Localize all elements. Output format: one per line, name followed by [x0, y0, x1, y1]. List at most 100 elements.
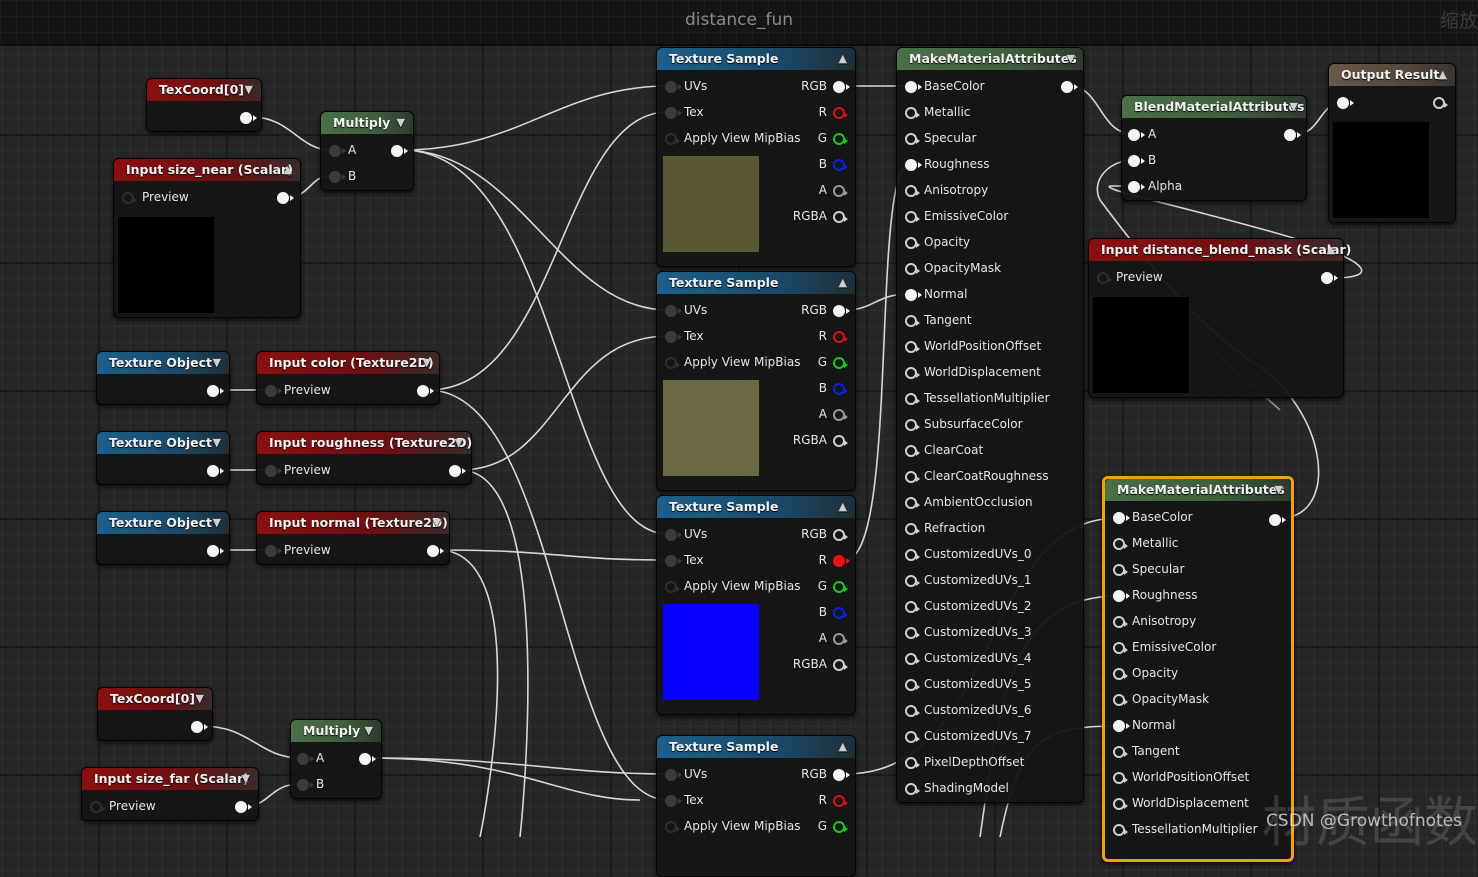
node-blend-material-attributes[interactable]: BlendMaterialAttributes ▼ A B Alpha — [1121, 95, 1307, 201]
input-pin-basecolor[interactable] — [1113, 512, 1130, 524]
input-pin[interactable] — [265, 385, 282, 397]
collapse-arrow-icon[interactable]: ▲ — [1439, 64, 1447, 86]
input-pin-a[interactable] — [329, 145, 346, 157]
input-pin[interactable] — [665, 769, 682, 781]
collapse-arrow-icon[interactable]: ▲ — [839, 496, 847, 518]
input-pin-alpha[interactable] — [1128, 181, 1145, 193]
dropdown-arrow-icon[interactable]: ▼ — [245, 79, 253, 101]
node-multiply-far[interactable]: Multiply ▼ A B — [290, 719, 382, 799]
output-pin[interactable] — [207, 465, 224, 477]
input-pin-metallic[interactable] — [1113, 538, 1128, 550]
input-pin[interactable] — [665, 133, 680, 145]
node-input-size-near[interactable]: Input size_near (Scalar) ▲ Preview — [113, 158, 301, 318]
dropdown-arrow-icon[interactable]: ▼ — [196, 688, 204, 710]
input-pin-worlddisplacement[interactable] — [1113, 798, 1128, 810]
input-pin-opacitymask[interactable] — [905, 263, 920, 275]
input-pin-shadingmodel[interactable] — [905, 783, 920, 795]
output-pin[interactable] — [1284, 129, 1301, 141]
node-header[interactable]: Texture Sample ▲ — [657, 736, 855, 758]
input-pin-customizeduvs_3[interactable] — [905, 627, 920, 639]
input-pin[interactable] — [665, 331, 682, 343]
output-pin[interactable] — [833, 769, 850, 781]
input-pin-basecolor[interactable] — [905, 81, 922, 93]
output-pin[interactable] — [191, 721, 208, 733]
output-pin[interactable] — [207, 385, 224, 397]
output-pin[interactable] — [833, 581, 848, 593]
input-pin[interactable] — [665, 529, 682, 541]
output-pin[interactable] — [833, 211, 848, 223]
input-pin-refraction[interactable] — [905, 523, 920, 535]
input-pin-worldpositionoffset[interactable] — [1113, 772, 1128, 784]
output-pin[interactable] — [833, 383, 848, 395]
collapse-arrow-icon[interactable]: ▲ — [284, 159, 292, 181]
input-pin-customizeduvs_1[interactable] — [905, 575, 920, 587]
node-output-result[interactable]: Output Result ▲ — [1328, 63, 1456, 223]
node-header[interactable]: MakeMaterialAttributes ▼ — [897, 48, 1083, 70]
output-pin[interactable] — [833, 409, 848, 421]
node-header[interactable]: Input normal (Texture2D) ▼ — [257, 512, 449, 534]
node-header[interactable]: Texture Sample ▲ — [657, 48, 855, 70]
output-pin[interactable] — [833, 435, 848, 447]
input-pin-customizeduvs_0[interactable] — [905, 549, 920, 561]
output-pin[interactable] — [833, 81, 850, 93]
output-pin[interactable] — [833, 659, 848, 671]
output-pin[interactable] — [207, 545, 224, 557]
node-multiply-near[interactable]: Multiply ▼ A B — [320, 111, 414, 191]
input-pin-customizeduvs_5[interactable] — [905, 679, 920, 691]
node-texture-sample[interactable]: Texture Sample ▲ UVs Tex Apply View MipBias R… — [656, 47, 856, 267]
node-texture-object-2[interactable]: Texture Object ▼ — [96, 431, 230, 485]
output-pin[interactable] — [359, 753, 376, 765]
input-pin-b[interactable] — [329, 171, 346, 183]
output-pin[interactable] — [1321, 272, 1338, 284]
node-input-distance-blend-mask[interactable]: Input distance_blend_mask (Scalar) ▲ Prev… — [1088, 238, 1351, 398]
input-pin-roughness[interactable] — [1113, 590, 1130, 602]
output-pin[interactable] — [1061, 81, 1078, 93]
node-texcoord-near[interactable]: TexCoord[0] ▼ — [146, 78, 262, 132]
input-pin-anisotropy[interactable] — [905, 185, 920, 197]
node-texture-sample[interactable]: Texture Sample ▲ UVs Tex Apply View MipBias R… — [656, 271, 856, 491]
input-pin-tessellationmultiplier[interactable] — [905, 393, 920, 405]
node-input-normal[interactable]: Input normal (Texture2D) ▼ Preview — [256, 511, 450, 565]
node-header[interactable]: Texture Sample ▲ — [657, 496, 855, 518]
output-pin[interactable] — [833, 133, 848, 145]
output-pin[interactable] — [391, 145, 408, 157]
collapse-arrow-icon[interactable]: ▲ — [1327, 239, 1335, 261]
output-pin[interactable] — [833, 555, 850, 567]
input-pin-b[interactable] — [297, 779, 314, 791]
input-pin-specular[interactable] — [1113, 564, 1128, 576]
node-header[interactable]: Input size_far (Scalar) ▼ — [82, 768, 258, 790]
input-pin-customizeduvs_2[interactable] — [905, 601, 920, 613]
input-pin-ambientocclusion[interactable] — [905, 497, 920, 509]
input-pin-metallic[interactable] — [905, 107, 920, 119]
input-pin-customizeduvs_7[interactable] — [905, 731, 920, 743]
node-input-roughness[interactable]: Input roughness (Texture2D) ▼ Preview — [256, 431, 472, 485]
output-pin[interactable] — [833, 159, 848, 171]
input-pin-anisotropy[interactable] — [1113, 616, 1128, 628]
input-pin-worlddisplacement[interactable] — [905, 367, 920, 379]
node-make-material-attributes[interactable]: MakeMaterialAttributes ▼ BaseColor Metalli… — [896, 47, 1084, 803]
node-input-color[interactable]: Input color (Texture2D) ▼ Preview — [256, 351, 440, 405]
input-pin-subsurfacecolor[interactable] — [905, 419, 920, 431]
input-pin-opacity[interactable] — [905, 237, 920, 249]
input-pin-a[interactable] — [297, 753, 314, 765]
input-pin[interactable] — [665, 821, 680, 833]
node-texture-object-3[interactable]: Texture Object ▼ — [96, 511, 230, 565]
node-header[interactable]: Texture Object ▼ — [97, 432, 229, 454]
dropdown-arrow-icon[interactable]: ▼ — [423, 352, 431, 374]
output-pin[interactable] — [833, 357, 848, 369]
input-pin[interactable] — [665, 357, 680, 369]
node-header[interactable]: Multiply ▼ — [321, 112, 413, 134]
input-pin[interactable] — [1097, 272, 1112, 284]
output-pin[interactable] — [449, 465, 466, 477]
input-pin[interactable] — [665, 81, 682, 93]
dropdown-arrow-icon[interactable]: ▼ — [242, 768, 250, 790]
input-pin[interactable] — [665, 107, 682, 119]
node-header[interactable]: Input roughness (Texture2D) ▼ — [257, 432, 472, 454]
dropdown-arrow-icon[interactable]: ▼ — [433, 512, 441, 534]
output-pin[interactable] — [277, 192, 294, 204]
collapse-arrow-icon[interactable]: ▲ — [839, 272, 847, 294]
input-pin-a[interactable] — [1128, 129, 1145, 141]
collapse-arrow-icon[interactable]: ▲ — [839, 48, 847, 70]
node-texture-object-1[interactable]: Texture Object ▼ — [96, 351, 230, 405]
dropdown-arrow-icon[interactable]: ▼ — [213, 512, 221, 534]
